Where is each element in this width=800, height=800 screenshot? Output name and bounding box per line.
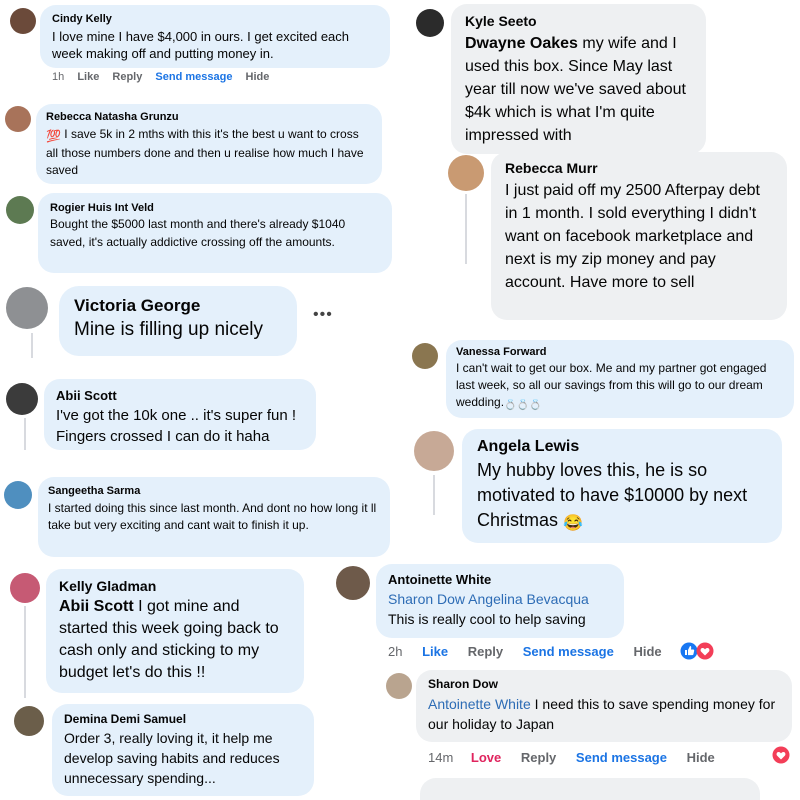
- avatar[interactable]: [4, 481, 32, 509]
- comment-bubble: Vanessa Forward I can't wait to get our …: [446, 340, 794, 418]
- comment-bubble: Cindy Kelly I love mine I have $4,000 in…: [40, 5, 390, 68]
- commenter-name[interactable]: Demina Demi Samuel: [64, 712, 302, 726]
- commenter-name[interactable]: Vanessa Forward: [456, 346, 784, 358]
- commenter-name[interactable]: Angela Lewis: [477, 438, 767, 456]
- comment-bubble: Abii Scott I've got the 10k one .. it's …: [44, 379, 316, 450]
- reply-button[interactable]: Reply: [112, 71, 142, 83]
- comment-bubble: Sharon Dow Antoinette White I need this …: [416, 670, 792, 742]
- thread-line: [465, 194, 467, 264]
- commenter-name[interactable]: Sharon Dow: [428, 677, 780, 691]
- comment-time: 14m: [428, 750, 454, 765]
- avatar[interactable]: [416, 9, 444, 37]
- comment-bubble: Kelly Gladman Abii Scott I got mine and …: [46, 569, 304, 693]
- hide-button[interactable]: Hide: [687, 750, 715, 765]
- avatar[interactable]: [412, 343, 438, 369]
- avatar[interactable]: [386, 673, 412, 699]
- comment-text: Dwayne Oakes my wife and I used this box…: [465, 35, 686, 144]
- commenter-name[interactable]: Cindy Kelly: [52, 13, 378, 25]
- send-message-button[interactable]: Send message: [576, 750, 667, 765]
- avatar[interactable]: [6, 196, 34, 224]
- avatar[interactable]: [5, 106, 31, 132]
- comment-bubble: Demina Demi Samuel Order 3, really lovin…: [52, 704, 314, 796]
- comment-bubble: Victoria George Mine is filling up nicel…: [59, 286, 297, 356]
- comment-text: My hubby loves this, he is so motivated …: [477, 458, 767, 536]
- love-button[interactable]: Love: [471, 750, 501, 765]
- avatar[interactable]: [448, 155, 484, 191]
- avatar[interactable]: [6, 383, 38, 415]
- comment-text: Abii Scott I got mine and started this w…: [59, 598, 279, 681]
- mentioned-user-link[interactable]: Dwayne Oakes: [465, 35, 578, 52]
- avatar[interactable]: [10, 8, 36, 34]
- comment-bubble-partial: [420, 778, 760, 800]
- comment-text: I started doing this since last month. A…: [48, 501, 377, 532]
- comment-bubble: Kyle Seeto Dwayne Oakes my wife and I us…: [451, 4, 706, 154]
- avatar[interactable]: [14, 706, 44, 736]
- commenter-name[interactable]: Kelly Gladman: [59, 578, 291, 594]
- commenter-name[interactable]: Rebecca Murr: [505, 160, 773, 176]
- avatar[interactable]: [10, 573, 40, 603]
- more-options-icon[interactable]: •••: [313, 306, 333, 324]
- commenter-name[interactable]: Kyle Seeto: [465, 13, 692, 29]
- thread-line: [24, 606, 26, 698]
- comment-text: 💯 I save 5k in 2 mths with this it's the…: [46, 127, 364, 177]
- comment-bubble: Antoinette White Sharon Dow Angelina Bev…: [376, 564, 624, 638]
- commenter-name[interactable]: Rebecca Natasha Grunzu: [46, 111, 372, 123]
- mentioned-users-link[interactable]: Sharon Dow Angelina Bevacqua: [388, 589, 612, 609]
- comment-text: Mine is filling up nicely: [74, 319, 264, 340]
- comment-time: 2h: [388, 644, 403, 659]
- send-message-button[interactable]: Send message: [523, 644, 614, 659]
- reply-button[interactable]: Reply: [468, 644, 503, 659]
- commenter-name[interactable]: Victoria George: [74, 296, 282, 316]
- comment-actions: 1h Like Reply Send message Hide: [52, 71, 279, 83]
- comment-text: Order 3, really loving it, it help me de…: [64, 730, 280, 786]
- comment-bubble: Rebecca Natasha Grunzu 💯 I save 5k in 2 …: [36, 104, 382, 184]
- commenter-name[interactable]: Abii Scott: [56, 388, 304, 403]
- mentioned-user-link[interactable]: Abii Scott: [59, 598, 134, 615]
- commenter-name[interactable]: Sangeetha Sarma: [48, 485, 380, 497]
- reply-button[interactable]: Reply: [521, 750, 556, 765]
- comment-actions: 14m Love Reply Send message Hide: [428, 750, 725, 765]
- thread-line: [31, 333, 33, 358]
- hundred-points-icon: 💯: [46, 129, 61, 143]
- comment-text: This is really cool to help saving: [388, 611, 586, 627]
- comment-bubble: Angela Lewis My hubby loves this, he is …: [462, 429, 782, 543]
- love-reaction-icon[interactable]: [772, 746, 790, 764]
- like-button[interactable]: Like: [77, 71, 99, 83]
- comment-bubble: Rogier Huis Int Veld Bought the $5000 la…: [38, 193, 392, 273]
- avatar[interactable]: [414, 431, 454, 471]
- mentioned-user-link[interactable]: Antoinette White: [428, 696, 531, 712]
- love-reaction-icon[interactable]: [696, 642, 714, 660]
- like-button[interactable]: Like: [422, 644, 448, 659]
- comment-text: I've got the 10k one .. it's super fun !…: [56, 407, 297, 445]
- ring-icon: 💍💍💍: [504, 400, 542, 411]
- tears-of-joy-icon: 😂: [563, 515, 583, 532]
- avatar[interactable]: [6, 287, 48, 329]
- comment-actions: 2h Like Reply Send message Hide 2: [388, 644, 691, 659]
- hide-button[interactable]: Hide: [633, 644, 661, 659]
- hide-button[interactable]: Hide: [246, 71, 270, 83]
- thread-line: [24, 418, 26, 450]
- comment-text: I just paid off my 2500 Afterpay debt in…: [505, 182, 760, 291]
- thread-line: [433, 475, 435, 515]
- comment-time: 1h: [52, 71, 65, 83]
- avatar[interactable]: [336, 566, 370, 600]
- comment-bubble: Sangeetha Sarma I started doing this sin…: [38, 477, 390, 557]
- commenter-name[interactable]: Rogier Huis Int Veld: [50, 202, 380, 214]
- send-message-button[interactable]: Send message: [155, 71, 232, 83]
- comment-text: I can't wait to get our box. Me and my p…: [456, 360, 784, 414]
- comment-text: I love mine I have $4,000 in ours. I get…: [52, 29, 350, 61]
- comment-text: Antoinette White I need this to save spe…: [428, 696, 776, 732]
- comment-bubble: Rebecca Murr I just paid off my 2500 Aft…: [491, 152, 787, 320]
- comment-text: Bought the $5000 last month and there's …: [50, 217, 346, 249]
- commenter-name[interactable]: Antoinette White: [388, 572, 612, 587]
